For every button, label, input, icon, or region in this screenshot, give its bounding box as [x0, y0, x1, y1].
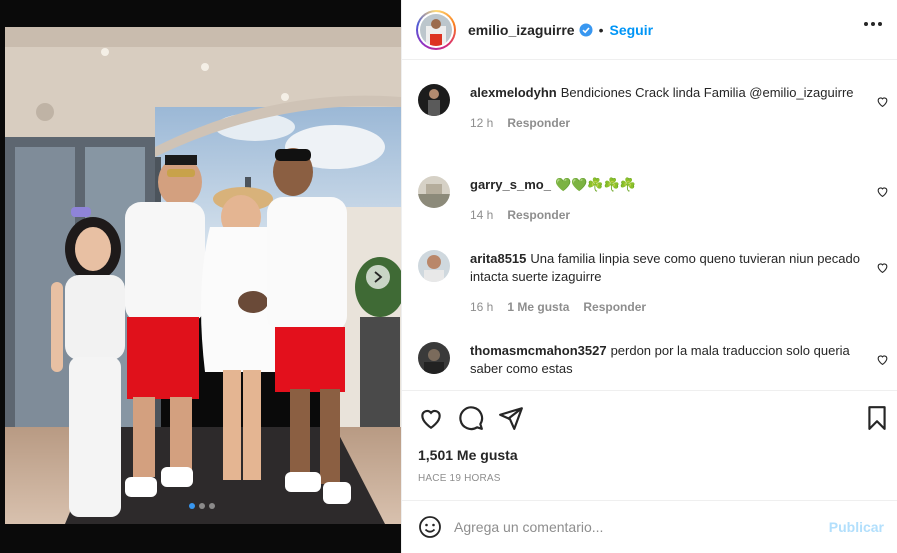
- comment-icon[interactable]: [458, 405, 484, 431]
- publish-button[interactable]: Publicar: [829, 519, 884, 535]
- commenter-username[interactable]: thomasmcmahon3527: [470, 343, 607, 358]
- smiley-icon[interactable]: [418, 515, 442, 539]
- comment-text-line: garry_s_mo_ 💚💚☘️☘️☘️: [470, 176, 860, 194]
- commenter-username[interactable]: arita8515: [470, 251, 526, 266]
- heart-icon[interactable]: [418, 405, 444, 431]
- carousel-next-button[interactable]: [366, 265, 390, 289]
- verified-badge-icon: [579, 23, 593, 36]
- commenter-username[interactable]: alexmelodyhn: [470, 85, 557, 100]
- commenter-avatar[interactable]: [418, 250, 450, 282]
- post-time: HACE 19 HORAS: [418, 473, 501, 484]
- comment-text: Una familia linpia seve como queno tuvie…: [470, 251, 860, 284]
- comment-likes-count[interactable]: 1 Me gusta: [507, 298, 569, 316]
- carousel-dot: [199, 503, 205, 509]
- comment-like-heart-icon[interactable]: [876, 95, 889, 108]
- comment-time: 14 h: [470, 208, 494, 222]
- send-icon[interactable]: [498, 405, 524, 431]
- comment-text-line: alexmelodyhn Bendiciones Crack linda Fami…: [470, 84, 860, 102]
- commenter-avatar[interactable]: [418, 176, 450, 208]
- more-horizontal-icon[interactable]: [864, 22, 882, 26]
- comment-time: 16 h: [470, 300, 494, 314]
- comment-text: Bendiciones Crack linda Familia @emilio_…: [560, 85, 854, 100]
- commenter-avatar[interactable]: [418, 84, 450, 116]
- reply-button[interactable]: Responder: [583, 298, 646, 316]
- comment-text: 💚💚☘️☘️☘️: [554, 177, 636, 192]
- comment-text-line: arita8515 Una familia linpia seve como qu…: [470, 250, 860, 286]
- reply-button[interactable]: Responder: [507, 114, 570, 132]
- separator-dot: •: [598, 21, 604, 38]
- post-side-panel: emilio_izaguirre • Seguir alexmelodyhn Be…: [401, 0, 897, 553]
- reply-button[interactable]: Responder: [507, 206, 570, 224]
- comment-like-heart-icon[interactable]: [876, 261, 889, 274]
- carousel-dot: [189, 503, 195, 509]
- author-avatar-story-ring[interactable]: [416, 9, 456, 50]
- comment-input[interactable]: [454, 515, 814, 539]
- post-actions: 1,501 Me gusta HACE 19 HORAS: [402, 390, 897, 500]
- commenter-username[interactable]: garry_s_mo_: [470, 177, 551, 192]
- follow-button[interactable]: Seguir: [610, 22, 654, 38]
- commenter-avatar[interactable]: [418, 342, 450, 374]
- comment-text-line: thomasmcmahon3527 perdon por la mala trad…: [470, 342, 860, 378]
- comment-time: 12 h: [470, 116, 494, 130]
- author-avatar: [420, 13, 452, 46]
- chevron-right-icon: [374, 271, 383, 283]
- comments-list[interactable]: alexmelodyhn Bendiciones Crack linda Fami…: [402, 60, 897, 390]
- post-modal: emilio_izaguirre • Seguir alexmelodyhn Be…: [0, 0, 897, 553]
- comment-composer: Publicar: [402, 500, 897, 553]
- bookmark-icon[interactable]: [864, 405, 890, 431]
- post-header: emilio_izaguirre • Seguir: [402, 0, 897, 60]
- likes-count[interactable]: 1,501 Me gusta: [418, 447, 518, 463]
- carousel-indicator: [189, 503, 215, 509]
- post-photo[interactable]: [5, 27, 401, 524]
- comment-like-heart-icon[interactable]: [876, 185, 889, 198]
- author-username[interactable]: emilio_izaguirre: [468, 22, 575, 38]
- comment-like-heart-icon[interactable]: [876, 353, 889, 366]
- carousel-dot: [209, 503, 215, 509]
- media-pane: [0, 0, 401, 553]
